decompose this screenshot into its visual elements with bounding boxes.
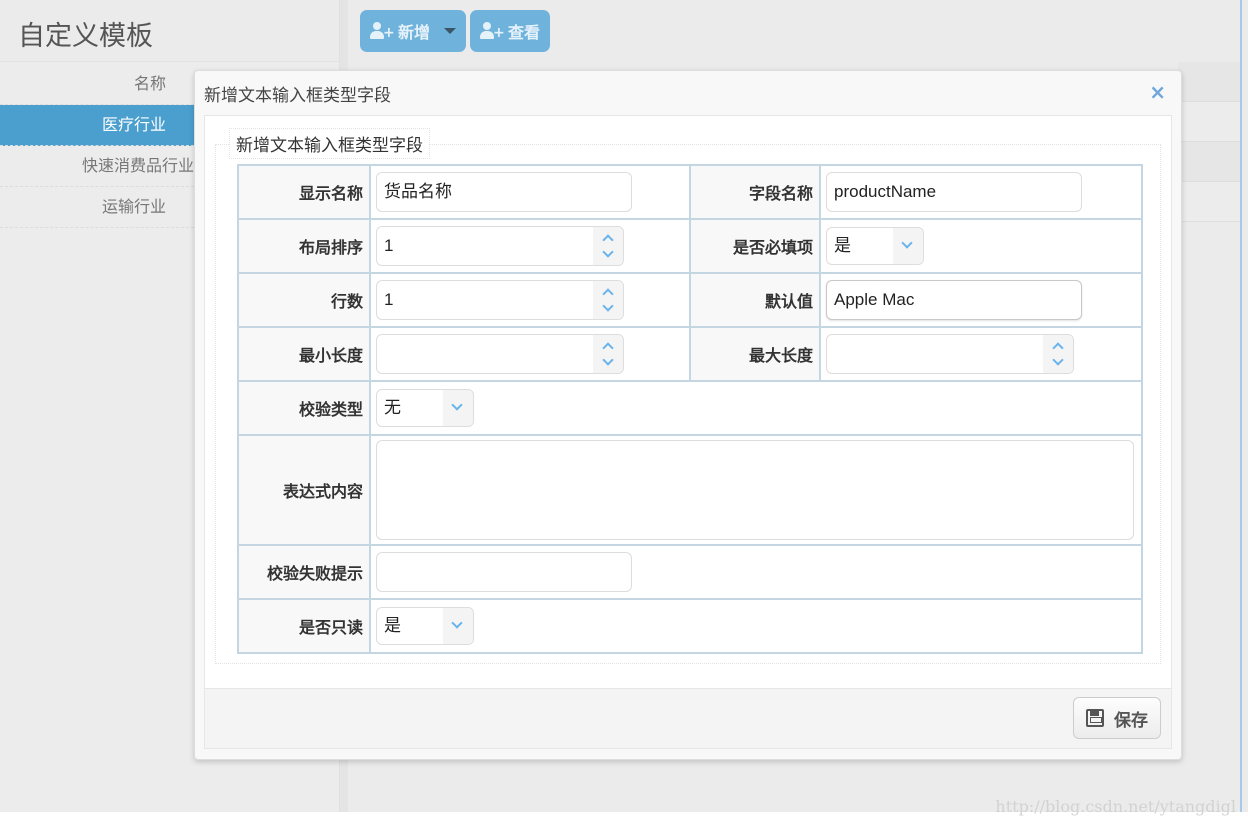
chevron-up-icon[interactable] — [1052, 342, 1064, 354]
validation-type-select[interactable]: 无 — [376, 389, 474, 427]
form-row: 表达式内容 — [237, 434, 1143, 546]
field-group-legend: 新增文本输入框类型字段 — [229, 128, 430, 159]
form-row: 行数 1 默认值 Apple Mac — [237, 272, 1143, 328]
list-column-header: 名称 — [0, 64, 194, 105]
background-row — [1178, 102, 1240, 142]
form-row: 显示名称 货品名称 字段名称 productName — [237, 164, 1143, 220]
window-edge — [1240, 0, 1242, 812]
max-length-label: 最大长度 — [689, 326, 821, 382]
field-name-input[interactable]: productName — [826, 172, 1082, 212]
form-row: 最小长度 最大长度 — [237, 326, 1143, 382]
caret-down-icon — [444, 28, 457, 34]
sidebar-title: 自定义模板 — [0, 0, 339, 62]
save-button-label: 保存 — [1114, 710, 1148, 731]
field-form: 显示名称 货品名称 字段名称 productName 布局排序 1 是否必填项 … — [237, 164, 1143, 654]
form-row: 校验失败提示 — [237, 544, 1143, 600]
close-icon[interactable]: × — [1149, 80, 1166, 104]
save-button[interactable]: 保存 — [1073, 697, 1161, 739]
layout-order-value: 1 — [384, 236, 394, 255]
display-name-label: 显示名称 — [237, 164, 371, 220]
chevron-down-icon[interactable] — [602, 246, 614, 258]
add-dropdown-button[interactable]: + 新增 — [360, 10, 467, 52]
stepper-buttons[interactable] — [1043, 335, 1073, 373]
rows-stepper[interactable]: 1 — [376, 280, 624, 320]
watermark: http://blog.csdn.net/ytangdigl — [995, 797, 1236, 816]
validation-type-label: 校验类型 — [237, 380, 371, 436]
dialog-body: 新增文本输入框类型字段 显示名称 货品名称 字段名称 productName 布… — [204, 115, 1172, 689]
required-value: 是 — [834, 236, 851, 256]
chevron-up-icon[interactable] — [602, 234, 614, 246]
dialog-footer: 保存 — [204, 689, 1172, 749]
toolbar: + 新增 + 查看 — [360, 10, 551, 52]
dialog-header: 新增文本输入框类型字段 × — [195, 71, 1181, 115]
fail-message-label: 校验失败提示 — [237, 544, 371, 600]
rows-label: 行数 — [237, 272, 371, 328]
chevron-down-icon — [451, 617, 463, 629]
chevron-down-icon[interactable] — [1052, 354, 1064, 366]
layout-order-stepper[interactable]: 1 — [376, 226, 624, 266]
chevron-up-icon[interactable] — [602, 342, 614, 354]
view-button-label: 查看 — [508, 23, 541, 42]
background-row — [1178, 182, 1240, 222]
default-value-input[interactable]: Apple Mac — [826, 280, 1082, 320]
chevron-down-icon[interactable] — [602, 300, 614, 312]
min-length-label: 最小长度 — [237, 326, 371, 382]
default-value-label: 默认值 — [689, 272, 821, 328]
rows-value: 1 — [384, 290, 394, 309]
field-name-label: 字段名称 — [689, 164, 821, 220]
stepper-buttons[interactable] — [593, 281, 623, 319]
chevron-down-icon — [901, 237, 913, 249]
chevron-down-icon — [451, 399, 463, 411]
dialog-title: 新增文本输入框类型字段 — [204, 86, 391, 106]
view-button[interactable]: + 查看 — [470, 10, 551, 52]
readonly-select[interactable]: 是 — [376, 607, 474, 645]
fail-message-input[interactable] — [376, 552, 632, 592]
save-disk-icon — [1086, 709, 1104, 727]
chevron-up-icon[interactable] — [602, 288, 614, 300]
background-row — [1178, 142, 1240, 182]
select-arrow[interactable] — [443, 608, 473, 644]
stepper-buttons[interactable] — [593, 227, 623, 265]
background-table — [1178, 62, 1240, 222]
background-row — [1178, 62, 1240, 102]
select-arrow[interactable] — [443, 390, 473, 426]
view-user-icon: + — [480, 22, 505, 40]
required-select[interactable]: 是 — [826, 227, 924, 265]
add-user-icon: + — [370, 22, 395, 40]
max-length-stepper[interactable] — [826, 334, 1074, 374]
min-length-stepper[interactable] — [376, 334, 624, 374]
display-name-input[interactable]: 货品名称 — [376, 172, 632, 212]
add-text-field-dialog: 新增文本输入框类型字段 × 新增文本输入框类型字段 显示名称 货品名称 字段名称… — [194, 70, 1182, 760]
stepper-buttons[interactable] — [593, 335, 623, 373]
layout-order-label: 布局排序 — [237, 218, 371, 274]
form-row: 校验类型 无 — [237, 380, 1143, 436]
form-row: 布局排序 1 是否必填项 是 — [237, 218, 1143, 274]
chevron-down-icon[interactable] — [602, 354, 614, 366]
expression-label: 表达式内容 — [237, 434, 371, 546]
add-button-label: 新增 — [398, 23, 431, 42]
required-label: 是否必填项 — [689, 218, 821, 274]
readonly-value: 是 — [384, 616, 401, 636]
list-item-fmcg[interactable]: 快速消费品行业 — [0, 146, 194, 187]
readonly-label: 是否只读 — [237, 598, 371, 654]
select-arrow[interactable] — [893, 228, 923, 264]
expression-textarea[interactable] — [376, 440, 1134, 540]
list-item-transport[interactable]: 运输行业 — [0, 187, 194, 228]
validation-type-value: 无 — [384, 398, 401, 418]
list-item-medical[interactable]: 医疗行业 — [0, 105, 194, 146]
form-row: 是否只读 是 — [237, 598, 1143, 654]
